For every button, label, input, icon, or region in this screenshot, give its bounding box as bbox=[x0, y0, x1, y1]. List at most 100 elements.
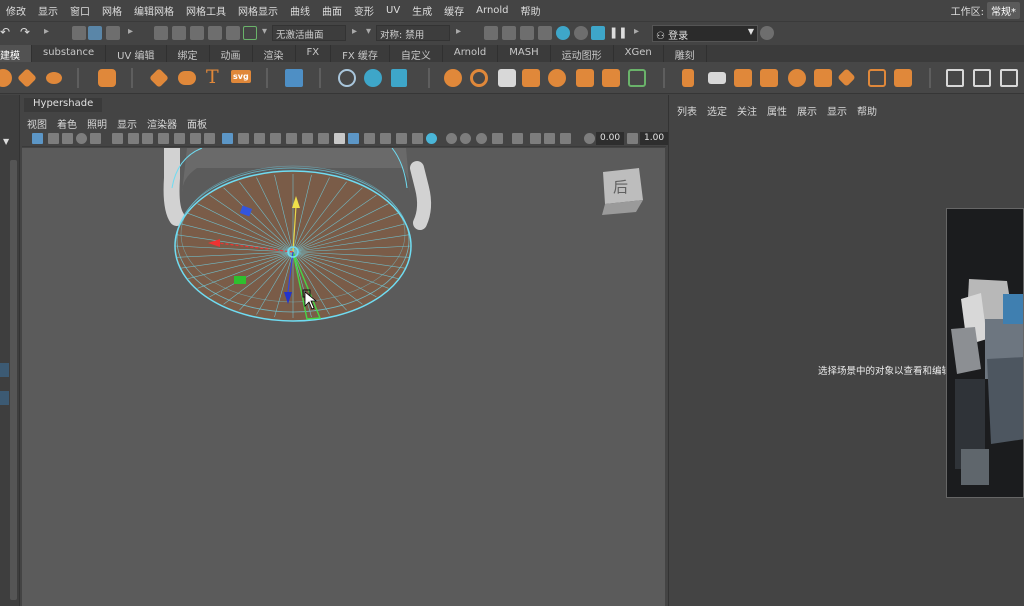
grid-toggle-icon[interactable] bbox=[222, 133, 233, 144]
four-view-icon[interactable] bbox=[544, 133, 555, 144]
sweep-mesh-icon[interactable] bbox=[149, 68, 169, 88]
ae-menu-display[interactable]: 显示 bbox=[822, 103, 852, 118]
grease-pencil-icon[interactable] bbox=[112, 133, 123, 144]
smooth-shade-icon[interactable] bbox=[254, 133, 265, 144]
render-frame-icon[interactable] bbox=[484, 26, 498, 40]
gamma-icon[interactable] bbox=[460, 133, 471, 144]
ae-menu-selected[interactable]: 选定 bbox=[702, 103, 732, 118]
collapse-arrow-icon[interactable]: ▸ bbox=[44, 26, 49, 37]
menu-cache[interactable]: 缓存 bbox=[438, 3, 470, 18]
extract-icon[interactable] bbox=[498, 69, 516, 87]
bookmark-icon[interactable] bbox=[62, 133, 73, 144]
poly-platonic-icon[interactable] bbox=[98, 69, 116, 87]
xray-joints-icon[interactable] bbox=[364, 133, 375, 144]
hypershade-tab[interactable]: Hypershade bbox=[24, 98, 103, 112]
ae-menu-focus[interactable]: 关注 bbox=[732, 103, 762, 118]
menu-window[interactable]: 窗口 bbox=[64, 3, 96, 18]
two-d-pan-icon[interactable] bbox=[90, 133, 101, 144]
ae-menu-show[interactable]: 展示 bbox=[792, 103, 822, 118]
image-plane-icon[interactable] bbox=[76, 133, 87, 144]
dropdown-arrow-icon[interactable]: ▾ bbox=[262, 26, 267, 37]
shelf-tab-rigging[interactable]: 绑定 bbox=[167, 45, 210, 62]
gamma-field-icon[interactable] bbox=[627, 133, 638, 144]
poke-icon[interactable] bbox=[894, 69, 912, 87]
bridge-icon[interactable] bbox=[708, 72, 726, 84]
field-chart-icon[interactable] bbox=[190, 133, 201, 144]
reduce-icon[interactable] bbox=[576, 69, 594, 87]
counter-icon[interactable] bbox=[391, 69, 407, 87]
shelf-tab-sculpting[interactable]: 雕刻 bbox=[664, 45, 707, 62]
type-tool-icon[interactable]: T bbox=[206, 66, 219, 88]
menu-help[interactable]: 帮助 bbox=[515, 3, 547, 18]
login-dropdown[interactable]: ⚇ 登录 ▼ bbox=[652, 25, 758, 42]
shelf-tab-arnold[interactable]: Arnold bbox=[443, 45, 499, 62]
shelf-tab-modeling[interactable]: 建模 bbox=[0, 45, 32, 62]
camera-sequence-icon[interactable] bbox=[492, 133, 503, 144]
bevel-icon[interactable] bbox=[734, 69, 752, 87]
select-object-icon[interactable] bbox=[88, 26, 102, 40]
select-hierarchy-icon[interactable] bbox=[72, 26, 86, 40]
exposure-value-field[interactable]: 0.00 bbox=[596, 132, 625, 145]
view-cube[interactable]: 后 bbox=[602, 168, 643, 215]
snap-view-icon[interactable] bbox=[208, 26, 222, 40]
menu-generate[interactable]: 生成 bbox=[406, 3, 438, 18]
fill-hole-icon[interactable] bbox=[760, 69, 778, 87]
combine-icon[interactable] bbox=[444, 69, 462, 87]
camera-attributes-icon[interactable] bbox=[48, 133, 59, 144]
menu-display[interactable]: 显示 bbox=[32, 3, 64, 18]
shelf-tab-uv-editing[interactable]: UV 编辑 bbox=[106, 45, 167, 62]
shelf-tab-substance[interactable]: substance bbox=[32, 45, 107, 62]
center-pivot-icon[interactable] bbox=[628, 69, 646, 87]
snap-vertex-icon[interactable] bbox=[243, 26, 257, 40]
select-component-icon[interactable] bbox=[106, 26, 120, 40]
gamma-value-field[interactable]: 1.00 bbox=[640, 132, 669, 145]
panel-menu-view[interactable]: 视图 bbox=[22, 116, 52, 131]
ipr-render-icon[interactable] bbox=[520, 26, 534, 40]
panel-menu-show[interactable]: 显示 bbox=[112, 116, 142, 131]
render-sequence-icon[interactable] bbox=[502, 26, 516, 40]
menu-mesh-tools[interactable]: 网格工具 bbox=[180, 3, 232, 18]
panel-menu-panels[interactable]: 面板 bbox=[182, 116, 212, 131]
gate-mask-icon[interactable] bbox=[174, 133, 185, 144]
select-tool-icon[interactable] bbox=[512, 133, 523, 144]
menu-arnold[interactable]: Arnold bbox=[470, 5, 514, 16]
shelf-tab-custom[interactable]: 自定义 bbox=[390, 45, 443, 62]
shelf-tab-motion-graphics[interactable]: 运动图形 bbox=[551, 45, 614, 62]
ae-menu-attributes[interactable]: 属性 bbox=[762, 103, 792, 118]
menu-modify[interactable]: 修改 bbox=[0, 3, 32, 18]
measure-icon[interactable] bbox=[364, 69, 382, 87]
hypershade-icon[interactable] bbox=[556, 26, 570, 40]
pause-icon[interactable]: ❚❚ bbox=[609, 26, 627, 39]
dropdown-arrow-icon[interactable]: ▼ bbox=[3, 137, 9, 146]
menu-mesh[interactable]: 网格 bbox=[96, 3, 128, 18]
manip-plane-xz[interactable] bbox=[234, 276, 246, 284]
svg-tool-icon[interactable]: svg bbox=[231, 70, 251, 83]
target-weld-icon[interactable] bbox=[837, 68, 856, 87]
shelf-tab-fx[interactable]: FX bbox=[296, 45, 332, 62]
collapse-arrow-icon[interactable]: ▸ bbox=[634, 26, 639, 37]
camera-icon[interactable] bbox=[128, 133, 139, 144]
resolution-gate-icon[interactable] bbox=[158, 133, 169, 144]
shelf-tab-fx-caching[interactable]: FX 缓存 bbox=[331, 45, 390, 62]
film-gate-icon[interactable] bbox=[142, 133, 153, 144]
snap-surface-icon[interactable] bbox=[226, 26, 240, 40]
quad-draw-icon[interactable] bbox=[946, 69, 964, 87]
anti-aliasing-icon[interactable] bbox=[396, 133, 407, 144]
poly-helix-icon[interactable] bbox=[178, 71, 196, 85]
wireframe-on-shaded-icon[interactable] bbox=[270, 133, 281, 144]
left-scrollbar[interactable] bbox=[10, 160, 17, 600]
outliner-view-icon[interactable] bbox=[560, 133, 571, 144]
smooth-icon[interactable] bbox=[548, 69, 566, 87]
mirror-icon[interactable] bbox=[602, 69, 620, 87]
render-settings-icon[interactable] bbox=[538, 26, 552, 40]
append-icon[interactable] bbox=[788, 69, 806, 87]
render-view-icon[interactable] bbox=[591, 26, 605, 40]
shelf-tab-xgen[interactable]: XGen bbox=[614, 45, 664, 62]
separate-icon[interactable] bbox=[470, 69, 488, 87]
poly-torus-icon[interactable] bbox=[0, 69, 12, 87]
panel-menu-renderer[interactable]: 渲染器 bbox=[142, 116, 182, 131]
edge-flow-icon[interactable] bbox=[973, 69, 991, 87]
snap-curve-icon[interactable] bbox=[172, 26, 186, 40]
panel-menu-lighting[interactable]: 照明 bbox=[82, 116, 112, 131]
poly-plane-icon[interactable] bbox=[17, 68, 37, 88]
